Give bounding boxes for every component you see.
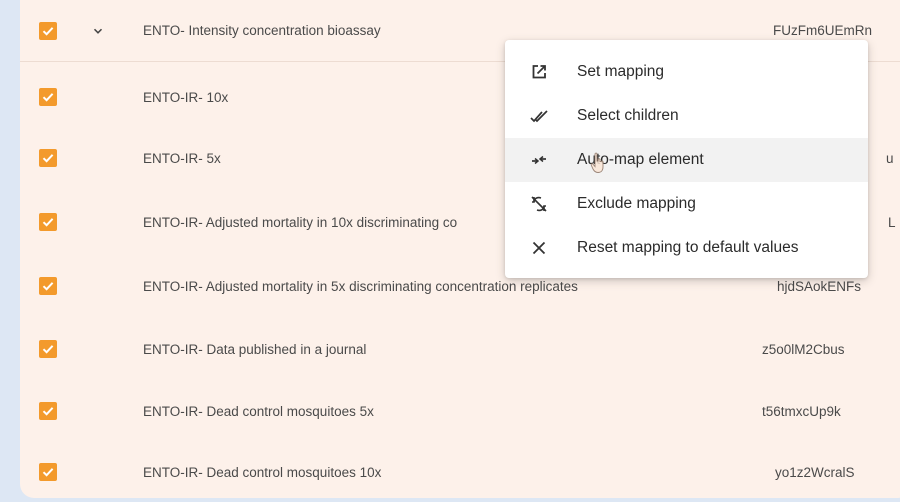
row-name: ENTO-IR- Adjusted mortality in 5x discri… bbox=[143, 278, 578, 294]
row-id: t56tmxcUp9k bbox=[762, 403, 841, 419]
row-checkbox[interactable] bbox=[39, 213, 57, 231]
checkmark-icon bbox=[42, 93, 54, 102]
chevron-down-icon[interactable] bbox=[90, 23, 106, 39]
menu-item-exclude-mapping[interactable]: Exclude mapping bbox=[505, 182, 868, 226]
checkmark-icon bbox=[42, 407, 54, 416]
row-name: ENTO-IR- Dead control mosquitoes 10x bbox=[143, 464, 382, 480]
row-checkbox[interactable] bbox=[39, 402, 57, 420]
row-checkbox[interactable] bbox=[39, 88, 57, 106]
checkmark-icon bbox=[42, 26, 54, 36]
row-name: ENTO-IR- 5x bbox=[143, 150, 221, 166]
hand-cursor-icon bbox=[590, 152, 604, 173]
row-name: ENTO- Intensity concentration bioassay bbox=[143, 23, 381, 38]
table-row[interactable]: ENTO-IR- Dead control mosquitoes 5x t56t… bbox=[20, 380, 900, 442]
row-id: u bbox=[886, 150, 894, 166]
menu-item-auto-map[interactable]: Auto-map element bbox=[505, 138, 868, 182]
table-row[interactable]: ENTO-IR- Data published in a journal z5o… bbox=[20, 318, 900, 380]
row-id: L bbox=[888, 214, 896, 230]
close-icon bbox=[529, 238, 549, 258]
checkmark-icon bbox=[42, 282, 54, 291]
menu-item-set-mapping[interactable]: Set mapping bbox=[505, 50, 868, 94]
auto-map-icon bbox=[529, 150, 549, 170]
checkmark-icon bbox=[42, 345, 54, 354]
row-id: z5o0lM2Cbus bbox=[762, 341, 845, 357]
exclude-icon bbox=[529, 194, 549, 214]
row-checkbox[interactable] bbox=[39, 21, 57, 40]
row-id: yo1z2WcralS bbox=[775, 464, 855, 480]
row-id: FUzFm6UEmRn bbox=[773, 23, 873, 38]
menu-item-label: Exclude mapping bbox=[577, 195, 696, 212]
checkmark-icon bbox=[42, 468, 54, 477]
row-checkbox[interactable] bbox=[39, 340, 57, 358]
edit-icon bbox=[529, 62, 549, 82]
double-check-icon bbox=[529, 106, 549, 126]
row-name: ENTO-IR- Data published in a journal bbox=[143, 341, 367, 357]
menu-item-reset-mapping[interactable]: Reset mapping to default values bbox=[505, 226, 868, 270]
checkmark-icon bbox=[42, 154, 54, 163]
row-name: ENTO-IR- Adjusted mortality in 10x discr… bbox=[143, 214, 458, 230]
row-name: ENTO-IR- Dead control mosquitoes 5x bbox=[143, 403, 374, 419]
context-menu: Set mapping Select children Auto-map ele… bbox=[505, 40, 868, 278]
menu-item-select-children[interactable]: Select children bbox=[505, 94, 868, 138]
row-name: ENTO-IR- 10x bbox=[143, 89, 229, 105]
checkmark-icon bbox=[42, 218, 54, 227]
row-checkbox[interactable] bbox=[39, 149, 57, 167]
menu-item-label: Set mapping bbox=[577, 63, 665, 80]
row-checkbox[interactable] bbox=[39, 277, 57, 295]
row-checkbox[interactable] bbox=[39, 463, 57, 481]
menu-item-label: Select children bbox=[577, 107, 679, 124]
table-row[interactable]: ENTO-IR- Dead control mosquitoes 10x yo1… bbox=[20, 441, 900, 498]
row-id: hjdSAokENFs bbox=[777, 278, 862, 294]
menu-item-label: Reset mapping to default values bbox=[577, 239, 799, 256]
